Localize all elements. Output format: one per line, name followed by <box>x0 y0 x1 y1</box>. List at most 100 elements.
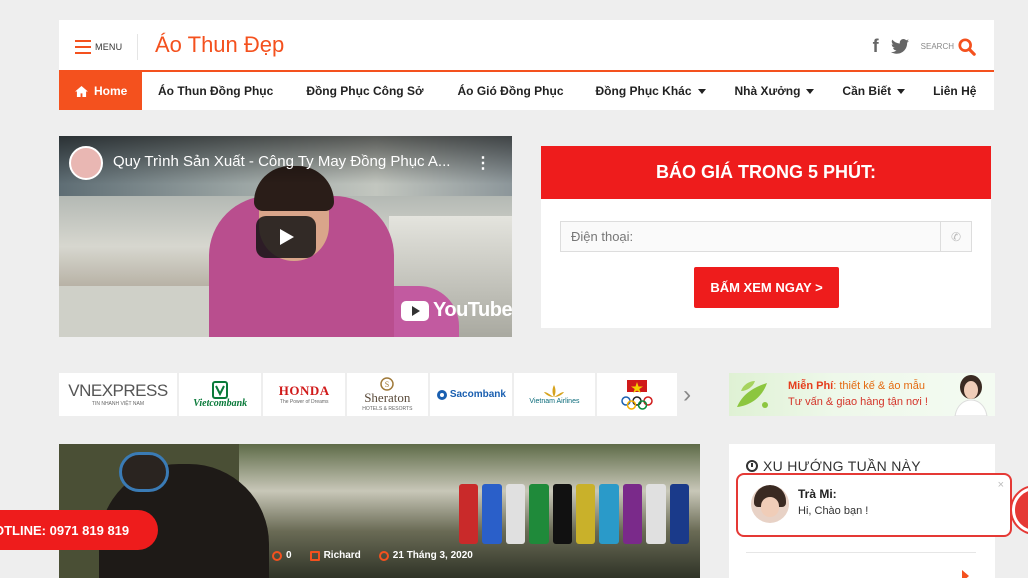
client-logo-vietnam-airlines[interactable]: Vietnam Airlines <box>514 373 595 416</box>
chat-message: Hi, Chào bạn ! <box>798 505 869 517</box>
phone-input[interactable] <box>561 222 941 251</box>
youtube-logo[interactable]: YouTube <box>401 299 512 322</box>
nav-label: Đồng Phục Khác <box>595 84 692 98</box>
nav-ao-gio-dong-phuc[interactable]: Áo Gió Đồng Phục <box>441 72 581 110</box>
chat-agent-avatar <box>751 485 789 523</box>
client-logo-text: Sacombank <box>449 388 506 400</box>
nav-label: Đồng Phục Công Sở <box>306 84 424 98</box>
search-icon[interactable] <box>958 37 976 56</box>
site-header: MENU Áo Thun Đẹp f SEARCH Home Áo Thun Đ… <box>59 20 994 110</box>
post-author[interactable]: Richard <box>309 550 361 561</box>
featured-image-threads <box>459 484 690 544</box>
promo-model-image <box>954 375 988 416</box>
client-logo-honda[interactable]: HONDA The Power of Dreams <box>263 373 346 416</box>
client-logo-text: Vietcombank <box>193 397 248 409</box>
svg-text:S: S <box>385 380 389 389</box>
lotus-icon <box>544 385 565 397</box>
client-logo-text: VNEXPRESS <box>68 381 168 400</box>
client-logo-subtext: HOTELS & RESORTS <box>362 406 413 412</box>
submit-quote-button[interactable]: BẤM XEM NGAY > <box>694 267 839 308</box>
nav-home[interactable]: Home <box>59 72 142 110</box>
nav-can-biet[interactable]: Cần Biết <box>828 72 919 110</box>
client-logo-vnexpress[interactable]: VNEXPRESS TIN NHANH VIỆT NAM <box>59 373 177 416</box>
social-links: f SEARCH <box>873 36 976 57</box>
site-title[interactable]: Áo Thun Đẹp <box>155 32 284 58</box>
client-logo-subtext: TIN NHANH VIỆT NAM <box>91 401 145 407</box>
quote-form: BÁO GIÁ TRONG 5 PHÚT: ✆ BẤM XEM NGAY > <box>541 146 991 328</box>
play-button[interactable] <box>256 216 316 258</box>
client-logo-sacombank[interactable]: Sacombank <box>429 373 513 416</box>
client-logos: VNEXPRESS TIN NHANH VIỆT NAM Vietcombank… <box>59 373 696 416</box>
client-logo-sheraton[interactable]: S Sheraton HOTELS & RESORTS <box>347 373 428 416</box>
divider <box>746 552 976 553</box>
promo-highlight: Miễn Phí <box>788 380 834 392</box>
menu-button[interactable]: MENU <box>75 37 122 57</box>
close-icon[interactable]: × <box>998 479 1004 491</box>
comment-count-value: 0 <box>286 550 292 561</box>
chat-popup[interactable]: Trà Mi: Hi, Chào bạn ! × <box>736 473 1012 537</box>
nav-ao-thun-dong-phuc[interactable]: Áo Thun Đồng Phục <box>142 72 289 110</box>
hotline-button[interactable]: OTLINE: 0971 819 819 <box>0 510 158 550</box>
facebook-icon[interactable]: f <box>873 36 879 57</box>
nav-label: Cần Biết <box>842 84 892 98</box>
home-icon <box>75 85 88 97</box>
leaf-icon <box>737 381 768 408</box>
nav-lien-he[interactable]: Liên Hệ <box>919 72 990 110</box>
client-logo-subtext: The Power of Dreams <box>279 399 329 405</box>
channel-avatar[interactable] <box>69 146 103 180</box>
menu-label: MENU <box>95 42 123 52</box>
clock-icon <box>378 550 389 561</box>
promo-text: : thiết kế & áo mẫu <box>833 380 925 392</box>
video-player[interactable]: Quy Trình Sản Xuất - Công Ty May Đồng Ph… <box>59 136 512 337</box>
youtube-play-icon <box>401 300 429 321</box>
hotline-label: OTLINE: 0971 819 819 <box>0 522 130 538</box>
post-author-value: Richard <box>323 550 361 561</box>
client-logo-olympic[interactable] <box>596 373 678 416</box>
vietcombank-mark-icon <box>212 380 229 399</box>
quote-heading: BÁO GIÁ TRONG 5 PHÚT: <box>541 146 991 199</box>
client-logo-text: HONDA <box>278 383 330 398</box>
chat-launcher-button[interactable] <box>1012 487 1028 533</box>
nav-label: Áo Gió Đồng Phục <box>457 84 564 98</box>
sheraton-crest-icon: S <box>380 377 395 391</box>
post-date: 21 Tháng 3, 2020 <box>378 550 473 561</box>
post-date-value: 21 Tháng 3, 2020 <box>392 550 473 561</box>
nav-dong-phuc-khac[interactable]: Đồng Phục Khác <box>581 72 721 110</box>
hamburger-icon <box>75 40 91 54</box>
edit-icon <box>309 550 320 561</box>
client-logo-vietcombank[interactable]: Vietcombank <box>178 373 262 416</box>
nav-dong-phuc-cong-so[interactable]: Đồng Phục Công Sở <box>289 72 440 110</box>
comment-count[interactable]: 0 <box>272 550 292 561</box>
caret-down-icon <box>897 88 906 94</box>
caret-down-icon <box>806 88 815 94</box>
phone-icon: ✆ <box>940 222 971 251</box>
featured-image-hair <box>119 452 169 492</box>
nav-nha-xuong[interactable]: Nhà Xưởng <box>721 72 829 110</box>
client-logo-text: Vietnam Airlines <box>529 398 580 405</box>
youtube-wordmark: YouTube <box>433 299 512 321</box>
promo-line-1: Miễn Phí: thiết kế & áo mẫu <box>788 380 925 392</box>
olympic-rings-icon <box>621 379 653 410</box>
search-label[interactable]: SEARCH <box>921 42 954 51</box>
trending-title: XU HƯỚNG TUẦN NÀY <box>746 458 921 474</box>
post-meta: 0 Richard 21 Tháng 3, 2020 <box>272 550 473 561</box>
nav-label: Áo Thun Đồng Phục <box>158 84 274 98</box>
top-bar: MENU Áo Thun Đẹp f SEARCH <box>59 20 994 72</box>
twitter-icon[interactable] <box>890 39 909 54</box>
main-nav: Home Áo Thun Đồng Phục Đồng Phục Công Sở… <box>59 72 994 110</box>
clock-icon <box>746 460 758 472</box>
caret-down-icon <box>697 88 706 94</box>
nav-label: Home <box>94 84 128 98</box>
nav-label: Nhà Xưởng <box>734 84 801 98</box>
featured-post[interactable]: 0 Richard 21 Tháng 3, 2020 <box>59 444 700 578</box>
trending-title-text: XU HƯỚNG TUẦN NÀY <box>763 458 921 474</box>
arrow-right-icon[interactable] <box>962 570 969 578</box>
nav-label: Liên Hệ <box>933 84 977 98</box>
divider <box>137 34 138 60</box>
more-options-icon[interactable]: ⋮ <box>475 153 491 173</box>
client-logo-text: Sheraton <box>364 390 411 405</box>
comment-icon <box>272 550 282 561</box>
promo-banner[interactable]: Miễn Phí: thiết kế & áo mẫu Tư vấn & gia… <box>729 373 995 416</box>
video-title[interactable]: Quy Trình Sản Xuất - Công Ty May Đồng Ph… <box>113 153 450 170</box>
carousel-next-icon[interactable]: › <box>679 373 696 416</box>
